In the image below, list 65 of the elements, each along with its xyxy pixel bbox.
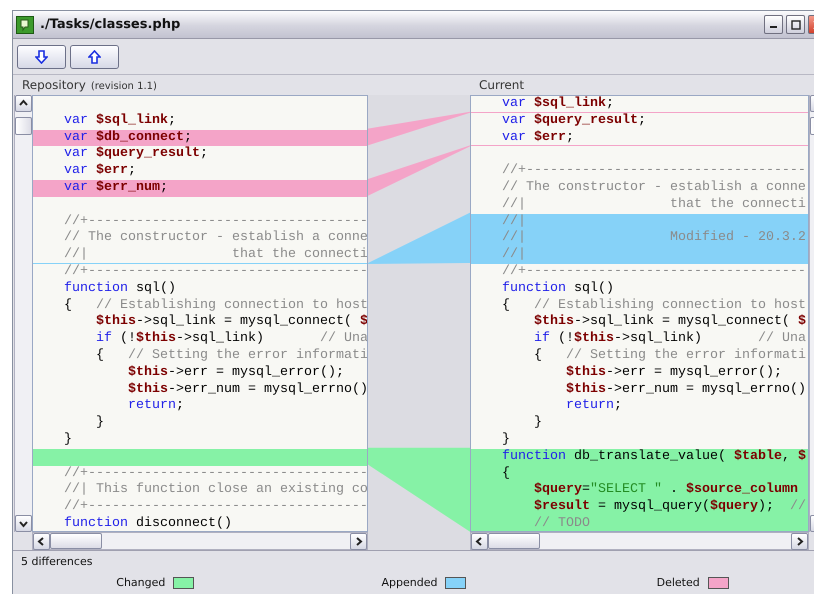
code-line: $this->err = mysql_error();	[126, 364, 345, 382]
differences-count: 5 differences	[21, 555, 92, 568]
code-line: //| that the connecti	[33, 247, 367, 264]
pane-title: Repository	[22, 78, 86, 92]
code-line: var $err;	[471, 130, 808, 146]
scroll-left-button[interactable]	[33, 532, 50, 550]
code-line: }	[501, 432, 511, 449]
code-line: //| that the connecti	[501, 196, 807, 214]
revision-label: (revision 1.1)	[90, 81, 157, 92]
down-arrow-icon	[35, 50, 48, 64]
code-line: }	[94, 415, 105, 432]
legend-label: Appended	[382, 576, 438, 589]
code-line: if (!$this->sql_link) // Una	[532, 331, 807, 348]
code-line: $this->err_num = mysql_errno()	[126, 382, 367, 398]
code-line: $this->sql_link = mysql_connect( $	[532, 314, 807, 331]
previous-difference-button[interactable]	[70, 44, 119, 68]
maximize-icon	[790, 20, 800, 30]
code-line: function disconnect()	[63, 516, 233, 531]
app-icon	[16, 16, 34, 34]
scrollbar-thumb[interactable]	[15, 117, 32, 135]
pane-title: Current	[478, 78, 524, 92]
legend-label: Changed	[116, 576, 166, 589]
code-line: //+-----------------------------------	[63, 466, 367, 482]
code-line: var $query_result;	[501, 112, 647, 130]
code-line: var $query_result;	[63, 146, 209, 163]
code-line: { // Establishing connection to host	[63, 298, 367, 314]
code-line: //+-----------------------------------	[501, 264, 807, 281]
maximize-button[interactable]	[786, 15, 805, 34]
code-line: var $sql_link;	[63, 112, 177, 130]
code-line: //+-----------------------------------	[63, 214, 367, 230]
scroll-left-button[interactable]	[471, 532, 488, 550]
scrollbar-thumb[interactable]	[50, 533, 102, 549]
code-line: var $err;	[63, 163, 137, 180]
code-line: //| This function close an existing co	[63, 482, 367, 499]
code-line: { // Establishing connection to host	[501, 298, 807, 314]
code-line: return;	[126, 398, 185, 416]
code-line: // The constructor - establish a conne	[501, 180, 807, 197]
code-line: // The constructor - establish a conne	[63, 230, 367, 247]
code-line: { // Setting the error informati	[94, 348, 367, 365]
scrollbar-thumb[interactable]	[488, 533, 540, 549]
code-line: }	[63, 432, 73, 449]
code-line: //+-----------------------------------	[63, 499, 367, 516]
scroll-right-button[interactable]	[791, 532, 808, 550]
vertical-scrollbar[interactable]	[14, 95, 32, 532]
code-line: //+-----------------------------------	[63, 264, 367, 281]
code-line: function sql()	[501, 280, 615, 298]
code-line: $this->err = mysql_error();	[564, 364, 783, 382]
scroll-up-button[interactable]	[15, 95, 32, 112]
up-arrow-icon	[88, 50, 101, 64]
horizontal-scrollbar[interactable]	[32, 532, 368, 550]
code-line: { // Setting the error informati	[532, 348, 807, 365]
next-difference-button[interactable]	[17, 44, 66, 68]
code-line: function sql()	[63, 280, 177, 298]
code-line: return;	[564, 398, 623, 416]
legend-label: Deleted	[656, 576, 700, 589]
code-line: var $sql_link;	[471, 96, 808, 113]
code-line: //+-----------------------------------	[501, 163, 807, 180]
window-title: ./Tasks/classes.php	[40, 17, 182, 32]
code-line: }	[532, 415, 543, 432]
minimize-button[interactable]	[764, 15, 783, 34]
code-line: $this->err_num = mysql_errno()	[564, 382, 807, 398]
scroll-right-button[interactable]	[350, 532, 367, 550]
horizontal-scrollbar[interactable]	[470, 532, 809, 550]
scroll-down-button[interactable]	[15, 515, 32, 532]
code-line: $this->sql_link = mysql_connect( $	[94, 314, 367, 331]
